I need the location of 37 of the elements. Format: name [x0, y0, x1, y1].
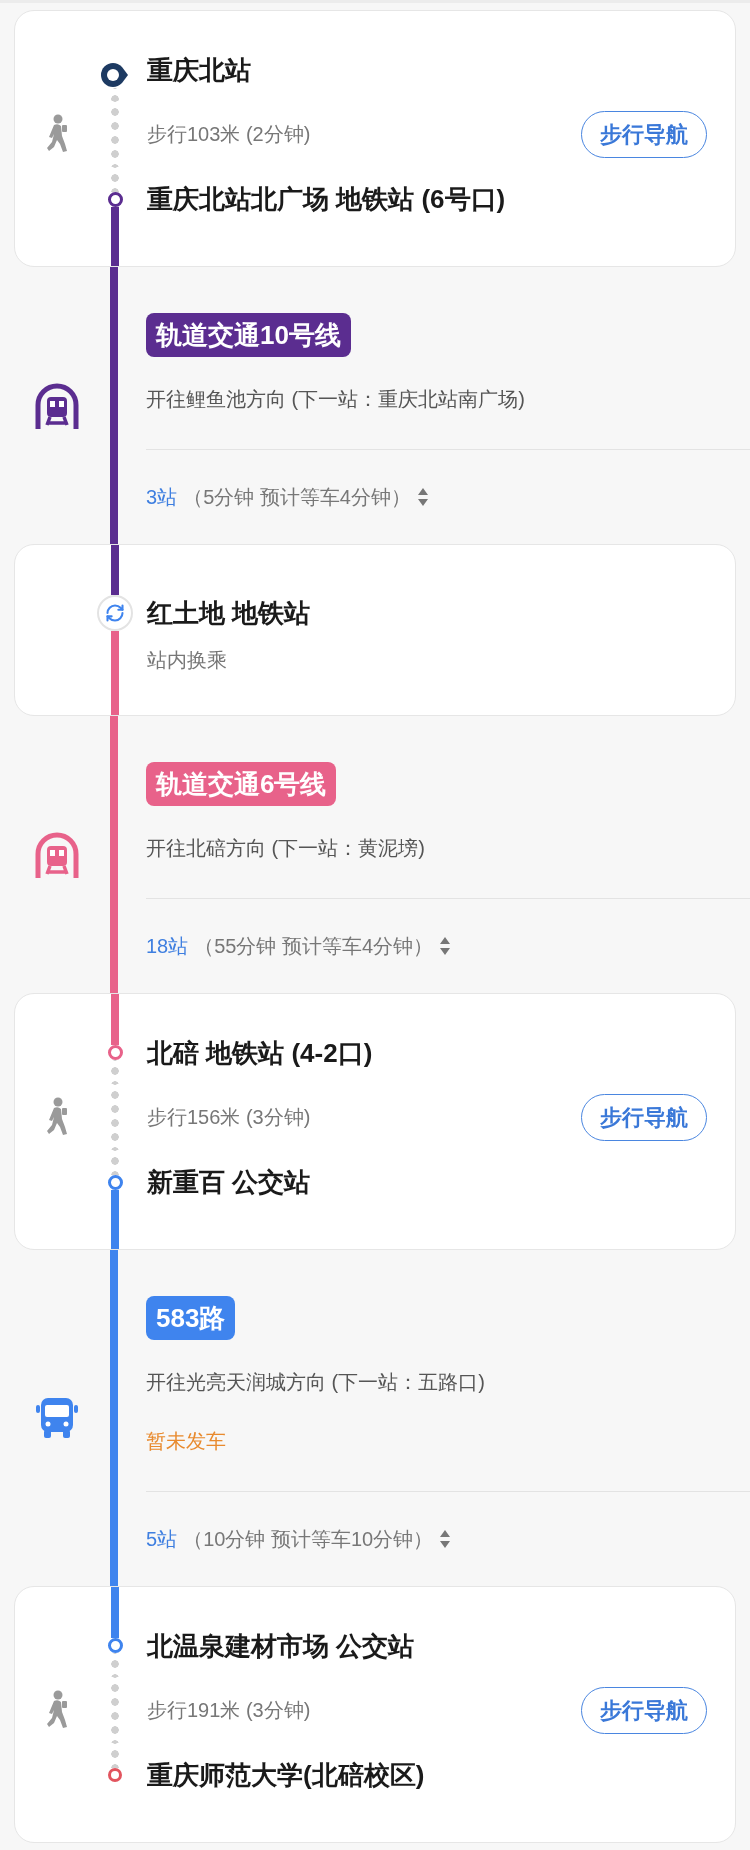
departure-status: 暂未发车	[146, 1429, 227, 1454]
station-name: 红土地 地铁站	[147, 597, 312, 630]
walk-navigation-button[interactable]: 步行导航	[581, 1093, 707, 1141]
walk-info: 步行191米 (3分钟)	[147, 1698, 311, 1723]
transfer-icon	[97, 595, 133, 631]
walk-info: 步行103米 (2分钟)	[147, 122, 311, 147]
sort-caret-icon	[439, 936, 452, 956]
destination-marker	[108, 1768, 122, 1782]
station-name: 北碚 地铁站 (4-2口)	[147, 1037, 374, 1070]
stop-marker	[107, 1175, 123, 1190]
stops-toggle[interactable]: 5站 （10分钟 预计等车10分钟）	[146, 1525, 452, 1553]
stop-marker	[107, 192, 123, 207]
direction-text: 开往光亮天润城方向 (下一站：五路口)	[146, 1370, 486, 1395]
station-name: 北温泉建材市场 公交站	[147, 1630, 416, 1663]
direction-text: 开往北碚方向 (下一站：黄泥塝)	[146, 836, 426, 861]
station-name: 重庆师范大学(北碚校区)	[147, 1759, 426, 1792]
start-marker-icon	[100, 62, 130, 88]
line-badge: 轨道交通10号线	[146, 313, 351, 357]
station-name: 新重百 公交站	[147, 1166, 312, 1199]
walk-navigation-button[interactable]: 步行导航	[581, 1686, 707, 1734]
subway-icon	[35, 831, 79, 878]
walk-navigation-button[interactable]: 步行导航	[581, 110, 707, 158]
sort-caret-icon	[416, 487, 429, 507]
transfer-note: 站内换乘	[147, 648, 228, 673]
stops-toggle[interactable]: 18站 （55分钟 预计等车4分钟）	[146, 932, 452, 960]
stop-marker	[107, 1638, 123, 1653]
stop-marker	[107, 1045, 123, 1060]
subway-icon	[35, 382, 79, 429]
station-name: 重庆北站北广场 地铁站 (6号口)	[147, 183, 507, 216]
direction-text: 开往鲤鱼池方向 (下一站：重庆北站南广场)	[146, 387, 526, 412]
station-name: 重庆北站	[147, 54, 252, 87]
line-badge: 583路	[146, 1296, 236, 1340]
bus-icon	[34, 1395, 80, 1441]
stops-toggle[interactable]: 3站 （5分钟 预计等车4分钟）	[146, 483, 429, 511]
walk-info: 步行156米 (3分钟)	[147, 1105, 311, 1130]
line-badge: 轨道交通6号线	[146, 762, 337, 806]
sort-caret-icon	[439, 1529, 452, 1549]
